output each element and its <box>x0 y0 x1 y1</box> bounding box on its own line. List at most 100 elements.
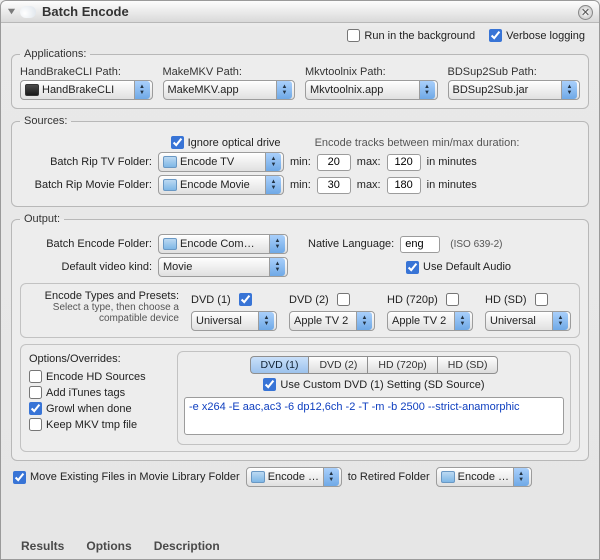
movie-folder-popup[interactable]: Encode Movie▲▼ <box>158 175 284 195</box>
opt-keep-mkv-label: Keep MKV tmp file <box>46 419 137 431</box>
bdsup2sub-popup[interactable]: BDSup2Sub.jar▲▼ <box>448 80 581 100</box>
movie-folder-label: Batch Rip Movie Folder: <box>20 179 152 191</box>
ignore-optical-input[interactable] <box>171 136 184 149</box>
tab-results[interactable]: Results <box>21 539 64 553</box>
seg-dvd2[interactable]: DVD (2) <box>308 356 367 374</box>
default-kind-label: Default video kind: <box>20 261 152 273</box>
retired-folder-value: Encode … <box>458 471 510 483</box>
app-col-3: BDSup2Sub Path: BDSup2Sub.jar▲▼ <box>448 66 581 100</box>
seg-dvd1[interactable]: DVD (1) <box>250 356 309 374</box>
disclosure-triangle-icon[interactable] <box>7 7 16 16</box>
opt-growl-input[interactable] <box>29 402 42 415</box>
preset-popup-3[interactable]: Universal▲▼ <box>485 311 571 331</box>
movie-folder-value: Encode Movie <box>180 179 262 191</box>
opt-encode-hd[interactable]: Encode HD Sources <box>29 370 169 383</box>
preset-popup-2[interactable]: Apple TV 2▲▼ <box>387 311 473 331</box>
default-audio-input[interactable] <box>406 261 419 274</box>
duration-hint: Encode tracks between min/max duration: <box>315 137 520 149</box>
titlebar: Batch Encode ✕ <box>1 1 599 23</box>
updown-icon: ▲▼ <box>134 81 150 99</box>
preset-check-1[interactable] <box>337 293 350 306</box>
default-kind-popup[interactable]: Movie▲▼ <box>158 257 288 277</box>
seg-hdsd[interactable]: HD (SD) <box>437 356 499 374</box>
close-button[interactable]: ✕ <box>578 5 593 20</box>
move-label: Move Existing Files in Movie Library Fol… <box>30 471 240 483</box>
command-textarea[interactable] <box>184 397 564 435</box>
verbose-logging-input[interactable] <box>489 29 502 42</box>
preset-check-2[interactable] <box>446 293 459 306</box>
updown-icon: ▲▼ <box>552 312 568 330</box>
app-col-1: MakeMKV Path: MakeMKV.app▲▼ <box>163 66 296 100</box>
preset-head-2: HD (720p) <box>387 294 438 306</box>
run-background-input[interactable] <box>347 29 360 42</box>
preset-popup-1[interactable]: Apple TV 2▲▼ <box>289 311 375 331</box>
app-value-2: Mkvtoolnix.app <box>310 84 416 96</box>
app-col-0: HandBrakeCLI Path: HandBrakeCLI▲▼ <box>20 66 153 100</box>
updown-icon: ▲▼ <box>269 258 285 276</box>
updown-icon: ▲▼ <box>513 468 529 486</box>
app-label-3: BDSup2Sub Path: <box>448 66 581 78</box>
mkvtoolnix-popup[interactable]: Mkvtoolnix.app▲▼ <box>305 80 438 100</box>
updown-icon: ▲▼ <box>265 176 281 194</box>
default-audio-checkbox[interactable]: Use Default Audio <box>406 261 511 274</box>
makemkv-popup[interactable]: MakeMKV.app▲▼ <box>163 80 296 100</box>
app-icon <box>20 6 36 18</box>
updown-icon: ▲▼ <box>561 81 577 99</box>
seg-hd720[interactable]: HD (720p) <box>367 356 436 374</box>
opt-encode-hd-input[interactable] <box>29 370 42 383</box>
app-label-1: MakeMKV Path: <box>163 66 296 78</box>
tv-max-input[interactable] <box>387 154 421 171</box>
tab-options[interactable]: Options <box>86 539 131 553</box>
updown-icon: ▲▼ <box>323 468 339 486</box>
use-custom-checkbox[interactable]: Use Custom DVD (1) Setting (SD Source) <box>263 378 484 391</box>
preset-check-3[interactable] <box>535 293 548 306</box>
output-legend: Output: <box>20 213 64 225</box>
move-checkbox[interactable]: Move Existing Files in Movie Library Fol… <box>13 471 240 484</box>
applications-legend: Applications: <box>20 48 90 60</box>
encode-folder-label: Batch Encode Folder: <box>20 238 152 250</box>
preset-col-1: DVD (2) Apple TV 2▲▼ <box>289 290 375 331</box>
content: Run in the background Verbose logging Ap… <box>1 23 599 487</box>
max-label: max: <box>357 179 381 191</box>
opt-keep-mkv[interactable]: Keep MKV tmp file <box>29 418 169 431</box>
verbose-logging-label: Verbose logging <box>506 30 585 42</box>
preset-popup-0[interactable]: Universal▲▼ <box>191 311 277 331</box>
folder-icon <box>163 238 177 250</box>
tv-min-input[interactable] <box>317 154 351 171</box>
sources-legend: Sources: <box>20 115 71 127</box>
native-language-input[interactable] <box>400 236 440 253</box>
run-background-label: Run in the background <box>364 30 475 42</box>
encode-folder-value: Encode Com… <box>180 238 266 250</box>
movie-min-input[interactable] <box>317 177 351 194</box>
encode-folder-popup[interactable]: Encode Com…▲▼ <box>158 234 288 254</box>
window: Batch Encode ✕ Run in the background Ver… <box>0 0 600 560</box>
move-input[interactable] <box>13 471 26 484</box>
run-background-checkbox[interactable]: Run in the background <box>347 29 475 42</box>
preset-value-1: Apple TV 2 <box>294 315 353 327</box>
opt-itunes[interactable]: Add iTunes tags <box>29 386 169 399</box>
tv-folder-popup[interactable]: Encode TV▲▼ <box>158 152 284 172</box>
verbose-logging-checkbox[interactable]: Verbose logging <box>489 29 585 42</box>
ignore-optical-label: Ignore optical drive <box>188 137 281 149</box>
retired-folder-popup[interactable]: Encode …▲▼ <box>436 467 532 487</box>
movie-max-input[interactable] <box>387 177 421 194</box>
in-minutes-label: in minutes <box>427 179 477 191</box>
opt-keep-mkv-input[interactable] <box>29 418 42 431</box>
opt-itunes-input[interactable] <box>29 386 42 399</box>
top-options-row: Run in the background Verbose logging <box>11 27 589 46</box>
app-value-3: BDSup2Sub.jar <box>453 84 559 96</box>
handbrakecli-popup[interactable]: HandBrakeCLI▲▼ <box>20 80 153 100</box>
updown-icon: ▲▼ <box>356 312 372 330</box>
move-folder-popup[interactable]: Encode …▲▼ <box>246 467 342 487</box>
app-col-2: Mkvtoolnix Path: Mkvtoolnix.app▲▼ <box>305 66 438 100</box>
updown-icon: ▲▼ <box>454 312 470 330</box>
opt-growl[interactable]: Growl when done <box>29 402 169 415</box>
tab-description[interactable]: Description <box>154 539 220 553</box>
folder-icon <box>163 179 177 191</box>
ignore-optical-checkbox[interactable]: Ignore optical drive <box>171 136 281 149</box>
preset-head-1: DVD (2) <box>289 294 329 306</box>
move-row: Move Existing Files in Movie Library Fol… <box>13 467 587 487</box>
use-custom-input[interactable] <box>263 378 276 391</box>
opt-encode-hd-label: Encode HD Sources <box>46 371 146 383</box>
preset-check-0[interactable] <box>239 293 252 306</box>
